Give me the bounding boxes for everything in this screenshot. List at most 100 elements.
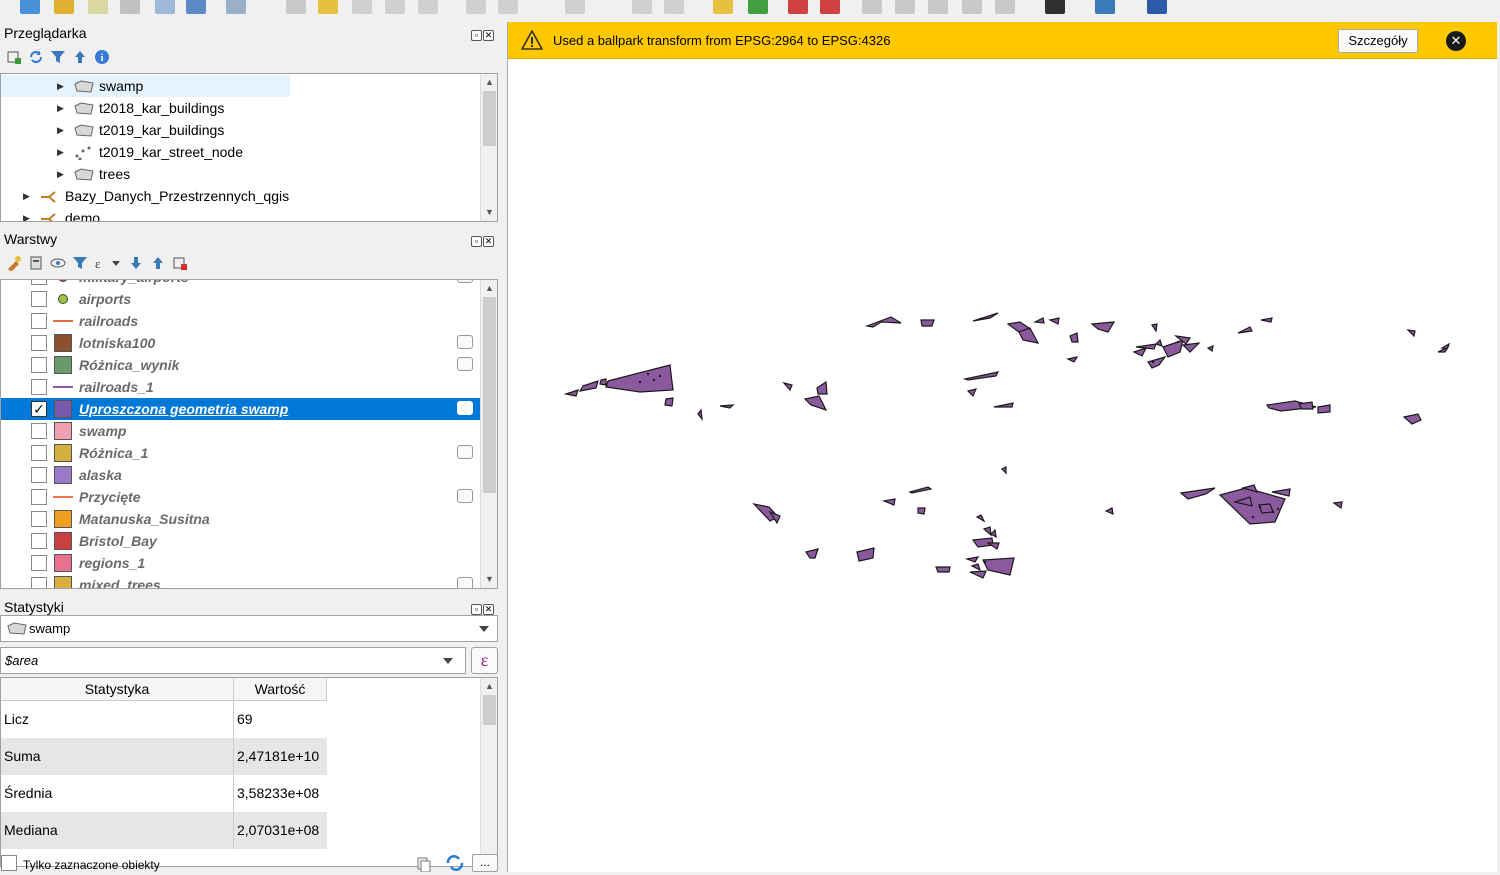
- info-icon[interactable]: i: [94, 49, 110, 65]
- undo-icon[interactable]: [632, 0, 652, 14]
- expand-arrow-icon[interactable]: ▶: [57, 163, 64, 185]
- layer-visibility-checkbox[interactable]: [31, 313, 47, 329]
- layers-scrollbar[interactable]: ▲ ▼: [480, 280, 497, 588]
- visibility-icon[interactable]: [50, 255, 66, 271]
- scroll-down-icon[interactable]: ▼: [481, 571, 497, 588]
- layer-item[interactable]: Różnica_1: [1, 442, 482, 464]
- pencil-icon[interactable]: [318, 0, 338, 14]
- embedded-widget-icon[interactable]: [457, 489, 473, 503]
- scroll-thumb[interactable]: [483, 695, 496, 725]
- expand-arrow-icon[interactable]: ▶: [57, 141, 64, 163]
- expression-builder-button[interactable]: ε: [471, 647, 498, 674]
- layer-item[interactable]: airports: [1, 288, 482, 310]
- close-panel-icon[interactable]: ✕: [483, 30, 494, 41]
- close-panel-icon[interactable]: ✕: [483, 604, 494, 615]
- layer-item[interactable]: railroads: [1, 310, 482, 332]
- copy-features-icon[interactable]: [565, 0, 585, 14]
- layer-visibility-checkbox[interactable]: ✓: [31, 401, 47, 417]
- virtual-layer-icon[interactable]: [226, 0, 246, 14]
- python-console-icon[interactable]: [1095, 0, 1115, 14]
- embedded-widget-icon[interactable]: [457, 401, 473, 415]
- plugin-manager-icon[interactable]: [1045, 0, 1065, 14]
- expand-arrow-icon[interactable]: ▶: [57, 119, 64, 141]
- layer-item[interactable]: Różnica_wynik: [1, 354, 482, 376]
- scroll-down-icon[interactable]: ▼: [481, 204, 497, 221]
- expand-all-icon[interactable]: [128, 255, 144, 271]
- scroll-up-icon[interactable]: ▲: [481, 74, 497, 91]
- collapse-all-icon[interactable]: [72, 49, 88, 65]
- expand-arrow-icon[interactable]: ▶: [23, 207, 30, 221]
- embedded-widget-icon[interactable]: [457, 445, 473, 459]
- add-feature-icon[interactable]: [385, 0, 405, 14]
- layer-item[interactable]: Przycięte: [1, 486, 482, 508]
- diagram-tool-icon[interactable]: [748, 0, 768, 14]
- filter-legend-icon[interactable]: [72, 255, 88, 271]
- rotate-label-icon[interactable]: [895, 0, 915, 14]
- refresh-icon[interactable]: [28, 49, 44, 65]
- filter-icon[interactable]: [50, 49, 66, 65]
- layer-visibility-checkbox[interactable]: [31, 489, 47, 505]
- label-tool-icon[interactable]: [713, 0, 733, 14]
- layer-visibility-checkbox[interactable]: [31, 511, 47, 527]
- expand-arrow-icon[interactable]: ▶: [57, 75, 64, 97]
- filter-expression-icon[interactable]: ε: [94, 255, 122, 271]
- scroll-up-icon[interactable]: ▲: [481, 280, 497, 297]
- layer-item[interactable]: swamp: [1, 420, 482, 442]
- embedded-widget-icon[interactable]: [457, 335, 473, 349]
- label-abc-icon[interactable]: [820, 0, 840, 14]
- layer-visibility-checkbox[interactable]: [31, 423, 47, 439]
- stats-layer-select[interactable]: swamp: [0, 615, 498, 642]
- details-button[interactable]: Szczegóły: [1338, 29, 1418, 53]
- layer-item[interactable]: lotniska100: [1, 332, 482, 354]
- more-options-button[interactable]: ...: [472, 854, 498, 872]
- scroll-thumb[interactable]: [483, 297, 496, 493]
- float-panel-icon[interactable]: ▫: [471, 30, 482, 41]
- stats-header-statistic[interactable]: Statystyka: [1, 678, 234, 701]
- close-panel-icon[interactable]: ✕: [483, 236, 494, 247]
- add-table-icon[interactable]: [155, 0, 175, 14]
- table-row[interactable]: Mediana 2,07031e+08: [1, 812, 327, 849]
- stats-header-value[interactable]: Wartość: [234, 678, 327, 701]
- close-icon[interactable]: ✕: [1446, 31, 1466, 51]
- float-panel-icon[interactable]: ▫: [471, 236, 482, 247]
- expand-arrow-icon[interactable]: ▶: [57, 97, 64, 119]
- collapse-all-icon[interactable]: [150, 255, 166, 271]
- save-edits-icon[interactable]: [352, 0, 372, 14]
- browser-scrollbar[interactable]: ▲ ▼: [480, 74, 497, 221]
- layer-item[interactable]: alaska: [1, 464, 482, 486]
- stats-scrollbar[interactable]: ▲ ▼: [480, 678, 497, 866]
- expand-arrow-icon[interactable]: ▶: [23, 185, 30, 207]
- layer-visibility-checkbox[interactable]: [31, 445, 47, 461]
- scroll-thumb[interactable]: [483, 91, 496, 146]
- help-icon[interactable]: [1147, 0, 1167, 14]
- layer-visibility-checkbox[interactable]: [31, 533, 47, 549]
- new-shapefile-icon[interactable]: [88, 0, 108, 14]
- layer-visibility-checkbox[interactable]: [31, 555, 47, 571]
- label-properties-icon[interactable]: [995, 0, 1015, 14]
- style-panel-icon[interactable]: [6, 255, 22, 272]
- digitize-icon[interactable]: [286, 0, 306, 14]
- layer-visibility-checkbox[interactable]: [31, 291, 47, 307]
- embedded-widget-icon[interactable]: [457, 577, 473, 588]
- layer-visibility-checkbox[interactable]: [31, 379, 47, 395]
- vertex-tool-icon[interactable]: [418, 0, 438, 14]
- layer-visibility-checkbox[interactable]: [31, 357, 47, 373]
- selected-only-checkbox[interactable]: [1, 855, 17, 871]
- layer-item[interactable]: Bristol_Bay: [1, 530, 482, 552]
- add-group-icon[interactable]: [28, 255, 44, 271]
- copy-stats-icon[interactable]: [416, 856, 432, 875]
- layer-item[interactable]: railroads_1: [1, 376, 482, 398]
- table-row[interactable]: Suma 2,47181e+10: [1, 738, 327, 775]
- layer-item[interactable]: mixed_trees: [1, 574, 482, 588]
- remove-layer-icon[interactable]: [172, 255, 188, 271]
- delete-selected-icon[interactable]: [466, 0, 486, 14]
- table-row[interactable]: Średnia 3,58233e+08: [1, 775, 327, 812]
- layer-item[interactable]: regions_1: [1, 552, 482, 574]
- edit-layer-icon[interactable]: [120, 0, 140, 14]
- layer-item[interactable]: ✓ Uproszczona geometria swamp: [1, 398, 482, 420]
- layer-visibility-checkbox[interactable]: [31, 577, 47, 588]
- layer-visibility-checkbox[interactable]: [31, 335, 47, 351]
- layer-item[interactable]: Matanuska_Susitna: [1, 508, 482, 530]
- add-vector-layer-icon[interactable]: [20, 0, 40, 14]
- browser-item[interactable]: ▶ swamp: [1, 75, 290, 97]
